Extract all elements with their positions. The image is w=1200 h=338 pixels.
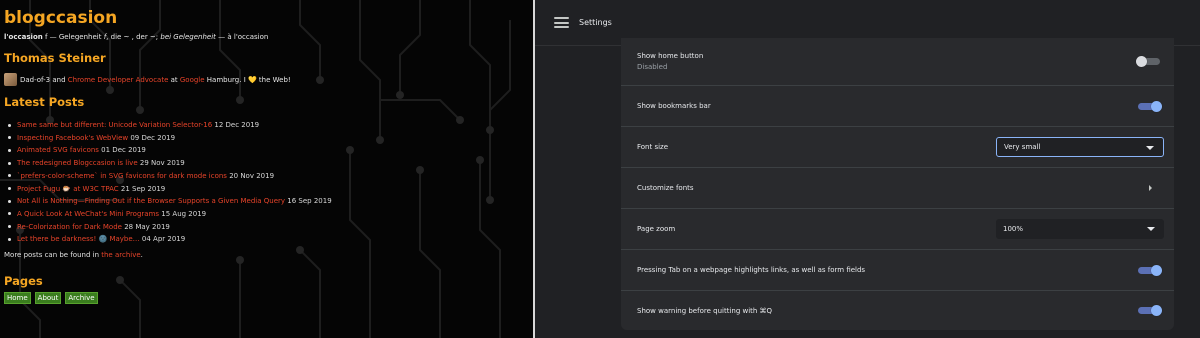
row-font-size: Font size Very small <box>621 126 1174 167</box>
list-item: The redesigned Blogccasion is live 29 No… <box>4 157 525 170</box>
page-link-home[interactable]: Home <box>4 292 31 305</box>
link-google[interactable]: Google <box>180 76 205 84</box>
author-bio: Dad-of-3 and Chrome Developer Advocate a… <box>4 73 525 86</box>
row-label: Customize fonts <box>637 184 694 192</box>
list-item: Inspecting Facebook's WebView 09 Dec 201… <box>4 132 525 145</box>
avatar <box>4 73 17 86</box>
row-label: Pressing Tab on a webpage highlights lin… <box>637 266 866 274</box>
row-show-bookmarks-bar[interactable]: Show bookmarks bar <box>621 85 1174 126</box>
list-item: Re-Colorization for Dark Mode 28 May 201… <box>4 221 525 234</box>
latest-posts-heading: Latest Posts <box>4 95 85 109</box>
heart-icon: 💛 <box>247 75 257 84</box>
row-label: Show bookmarks bar <box>637 102 711 110</box>
post-link[interactable]: `prefers-color-scheme` in SVG favicons f… <box>17 172 227 180</box>
post-link[interactable]: Same same but different: Unicode Variati… <box>17 121 212 129</box>
row-label: Page zoom <box>637 225 676 233</box>
row-customize-fonts[interactable]: Customize fonts <box>621 167 1174 208</box>
row-tab-highlights[interactable]: Pressing Tab on a webpage highlights lin… <box>621 249 1174 290</box>
settings-page: Settings Show home button Disabled Show … <box>535 0 1200 338</box>
appearance-card: Show home button Disabled Show bookmarks… <box>621 38 1174 330</box>
pages-nav: Home About Archive <box>4 292 525 305</box>
quit-warning-toggle[interactable] <box>1136 305 1162 316</box>
more-posts-text: More posts can be found in the archive. <box>4 251 143 260</box>
page-zoom-select[interactable]: 100% <box>996 219 1164 239</box>
page-link-about[interactable]: About <box>34 292 62 305</box>
list-item: Let there be darkness! 🌚 Maybe… 04 Apr 2… <box>4 233 525 246</box>
tagline: l'occasion f — Gelegenheit f, die ~ , de… <box>4 33 269 41</box>
row-page-zoom: Page zoom 100% <box>621 208 1174 249</box>
list-item: Project Fugu 🐡 at W3C TPAC 21 Sep 2019 <box>4 183 525 196</box>
post-link[interactable]: Animated SVG favicons <box>17 146 99 154</box>
chevron-down-icon <box>1147 227 1155 231</box>
post-link[interactable]: Re-Colorization for Dark Mode <box>17 223 122 231</box>
home-button-toggle[interactable] <box>1136 56 1162 67</box>
pages-heading: Pages <box>4 274 43 289</box>
hamburger-menu-icon[interactable] <box>554 17 569 28</box>
list-item: `prefers-color-scheme` in SVG favicons f… <box>4 170 525 183</box>
page-link-archive[interactable]: Archive <box>65 292 98 305</box>
row-sublabel: Disabled <box>637 63 668 71</box>
post-link[interactable]: Inspecting Facebook's WebView <box>17 134 128 142</box>
chevron-right-icon <box>1149 185 1152 191</box>
list-item: Animated SVG favicons 01 Dec 2019 <box>4 144 525 157</box>
list-item: A Quick Look At WeChat's Mini Programs 1… <box>4 208 525 221</box>
settings-title: Settings <box>579 18 612 27</box>
posts-list: Same same but different: Unicode Variati… <box>4 119 525 246</box>
link-chrome-developer-advocate[interactable]: Chrome Developer Advocate <box>68 76 169 84</box>
row-label: Show home button <box>637 52 704 60</box>
chevron-down-icon <box>1146 146 1154 150</box>
list-item: Same same but different: Unicode Variati… <box>4 119 525 132</box>
post-link[interactable]: Project Fugu 🐡 at W3C TPAC <box>17 185 119 193</box>
post-link[interactable]: Not All is Nothing—Finding Out if the Br… <box>17 197 285 205</box>
row-show-home-button[interactable]: Show home button Disabled <box>621 38 1174 85</box>
bookmarks-bar-toggle[interactable] <box>1136 100 1162 112</box>
font-size-select[interactable]: Very small <box>996 137 1164 157</box>
post-link[interactable]: A Quick Look At WeChat's Mini Programs <box>17 210 159 218</box>
list-item: Not All is Nothing—Finding Out if the Br… <box>4 195 525 208</box>
post-link[interactable]: Let there be darkness! 🌚 Maybe… <box>17 235 140 243</box>
row-label: Font size <box>637 143 669 151</box>
site-title[interactable]: blogccasion <box>4 8 525 28</box>
row-label: Show warning before quitting with ⌘Q <box>637 306 773 315</box>
post-link[interactable]: The redesigned Blogccasion is live <box>17 159 138 167</box>
blog-page: blogccasion l'occasion f — Gelegenheit f… <box>0 0 533 338</box>
tab-highlights-toggle[interactable] <box>1136 264 1162 276</box>
author-heading: Thomas Steiner <box>4 51 106 65</box>
archive-link[interactable]: the archive <box>101 251 140 259</box>
row-quit-warning[interactable]: Show warning before quitting with ⌘Q <box>621 290 1174 330</box>
